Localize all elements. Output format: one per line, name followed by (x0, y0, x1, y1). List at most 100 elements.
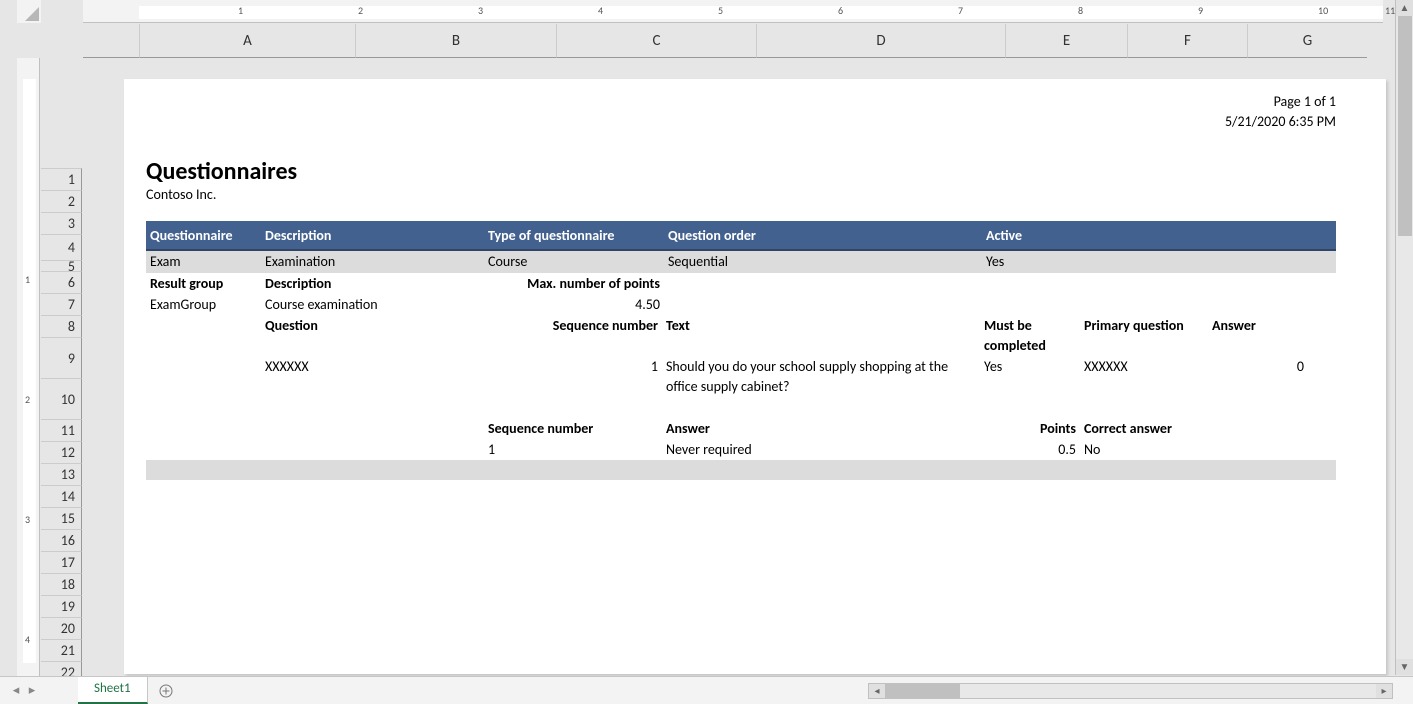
val-order: Sequential (664, 251, 982, 273)
main-data-row: Exam Examination Course Sequential Yes (146, 251, 1336, 273)
val-type: Course (484, 251, 664, 273)
row-header-14[interactable]: 14 (41, 485, 82, 507)
row-header-19[interactable]: 19 (41, 595, 82, 617)
horizontal-scrollbar[interactable]: ◂ ▸ (868, 683, 1393, 699)
row-header-9[interactable]: 9 (41, 337, 82, 378)
add-sheet-button[interactable] (154, 679, 178, 703)
row-header-12[interactable]: 12 (41, 441, 82, 463)
select-all-cells[interactable] (17, 0, 41, 23)
tab-nav-prev-icon[interactable]: ◂ (8, 683, 24, 698)
ans-ans-val: Never required (662, 440, 980, 460)
tab-nav-next-icon[interactable]: ▸ (24, 683, 40, 698)
result-desc-hdr: Description (261, 274, 484, 294)
ans-ans-hdr: Answer (662, 419, 980, 439)
ans-seq-val: 1 (484, 440, 662, 460)
result-maxpts-hdr: Max. number of points (484, 274, 664, 294)
col-header-A[interactable]: A (139, 24, 355, 58)
report-title: Questionnaires (146, 157, 1336, 186)
row-header-1[interactable]: 1 (41, 168, 82, 190)
hruler-tick: 8 (1078, 4, 1083, 17)
col-active: Active (982, 221, 1082, 249)
col-header-D[interactable]: D (756, 24, 1005, 58)
row-header-10[interactable]: 10 (41, 378, 82, 419)
page-datetime: 5/21/2020 6:35 PM (146, 112, 1336, 132)
vruler-tick: 3 (25, 513, 30, 526)
seq-hdr: Sequence number (403, 316, 662, 356)
hruler-tick: 6 (838, 4, 843, 17)
scroll-right-icon[interactable]: ▸ (1376, 684, 1392, 698)
scroll-left-icon[interactable]: ◂ (869, 684, 885, 698)
vruler-tick: 4 (25, 633, 30, 646)
col-questionnaire: Questionnaire (146, 221, 261, 249)
row-header-15[interactable]: 15 (41, 507, 82, 529)
row-headers: 12345678910111213141516171819202122 (41, 168, 82, 683)
row-header-3[interactable]: 3 (41, 212, 82, 234)
col-description: Description (261, 221, 484, 249)
ans-seq-hdr: Sequence number (484, 419, 662, 439)
page-number: Page 1 of 1 (146, 92, 1336, 112)
scroll-down-icon[interactable]: ▼ (1396, 659, 1413, 675)
report-company: Contoso Inc. (146, 186, 1336, 203)
row-header-11[interactable]: 11 (41, 419, 82, 441)
hruler-tick: 1 (238, 4, 243, 17)
question-hdr: Question (261, 316, 403, 356)
ans-pts-hdr: Points (980, 419, 1080, 439)
row-header-6[interactable]: 6 (41, 271, 82, 293)
col-order: Question order (664, 221, 982, 249)
scroll-up-icon[interactable]: ▲ (1396, 0, 1413, 16)
row-header-20[interactable]: 20 (41, 617, 82, 639)
text-val: Should you do your school supply shoppin… (662, 357, 980, 397)
val-description: Examination (261, 251, 484, 273)
hruler-tick: 9 (1198, 4, 1203, 17)
report-content: Page 1 of 1 5/21/2020 6:35 PM Questionna… (146, 92, 1336, 480)
answer-val: 0 (1208, 357, 1308, 377)
val-questionnaire: Exam (146, 251, 261, 273)
col-header-B[interactable]: B (355, 24, 556, 58)
sheet-tab-bar: ◂ ▸ Sheet1 ◂ ▸ (0, 676, 1413, 704)
answer-hdr: Answer (1208, 316, 1308, 356)
col-header-C[interactable]: C (556, 24, 756, 58)
col-type: Type of questionnaire (484, 221, 664, 249)
row-header-16[interactable]: 16 (41, 529, 82, 551)
vruler-tick: 2 (25, 393, 30, 406)
col-header-F[interactable]: F (1127, 24, 1247, 58)
must-hdr: Must be completed (980, 316, 1080, 356)
vertical-scrollbar[interactable]: ▲ ▼ (1395, 0, 1413, 675)
row-header-17[interactable]: 17 (41, 551, 82, 573)
column-headers: ABCDEFG (83, 24, 1383, 58)
row-header-5[interactable]: 5 (41, 260, 82, 271)
val-active: Yes (982, 251, 1082, 273)
row-header-4[interactable]: 4 (41, 234, 82, 260)
row-header-2[interactable]: 2 (41, 190, 82, 212)
hruler-tick: 5 (718, 4, 723, 17)
ans-correct-hdr: Correct answer (1080, 419, 1230, 439)
row-header-7[interactable]: 7 (41, 293, 82, 315)
sheet-tab-sheet1[interactable]: Sheet1 (78, 676, 148, 704)
horizontal-ruler: 1234567891011 (83, 0, 1383, 23)
vruler-tick: 1 (25, 273, 30, 286)
row-header-21[interactable]: 21 (41, 639, 82, 661)
col-header-E[interactable]: E (1005, 24, 1127, 58)
primary-val: XXXXXX (1080, 357, 1208, 377)
primary-hdr: Primary question (1080, 316, 1208, 356)
ans-pts-val: 0.5 (980, 440, 1080, 460)
hscroll-thumb[interactable] (885, 684, 960, 698)
must-val: Yes (980, 357, 1080, 377)
hruler-tick: 3 (478, 4, 483, 17)
hruler-tick: 7 (958, 4, 963, 17)
row-header-13[interactable]: 13 (41, 463, 82, 485)
row-header-8[interactable]: 8 (41, 315, 82, 337)
ans-correct-val: No (1080, 440, 1230, 460)
text-hdr: Text (662, 316, 980, 356)
main-header-row: Questionnaire Description Type of questi… (146, 221, 1336, 251)
result-group-val: ExamGroup (146, 295, 261, 315)
vscroll-thumb[interactable] (1398, 16, 1412, 236)
col-header-G[interactable]: G (1247, 24, 1367, 58)
hruler-tick: 10 (1318, 4, 1328, 17)
seq-val: 1 (403, 357, 662, 377)
hruler-tick: 4 (598, 4, 603, 17)
vertical-ruler: 1 2 3 4 (17, 58, 40, 678)
result-maxpts-val: 4.50 (484, 295, 664, 315)
result-group-hdr: Result group (146, 274, 261, 294)
row-header-18[interactable]: 18 (41, 573, 82, 595)
